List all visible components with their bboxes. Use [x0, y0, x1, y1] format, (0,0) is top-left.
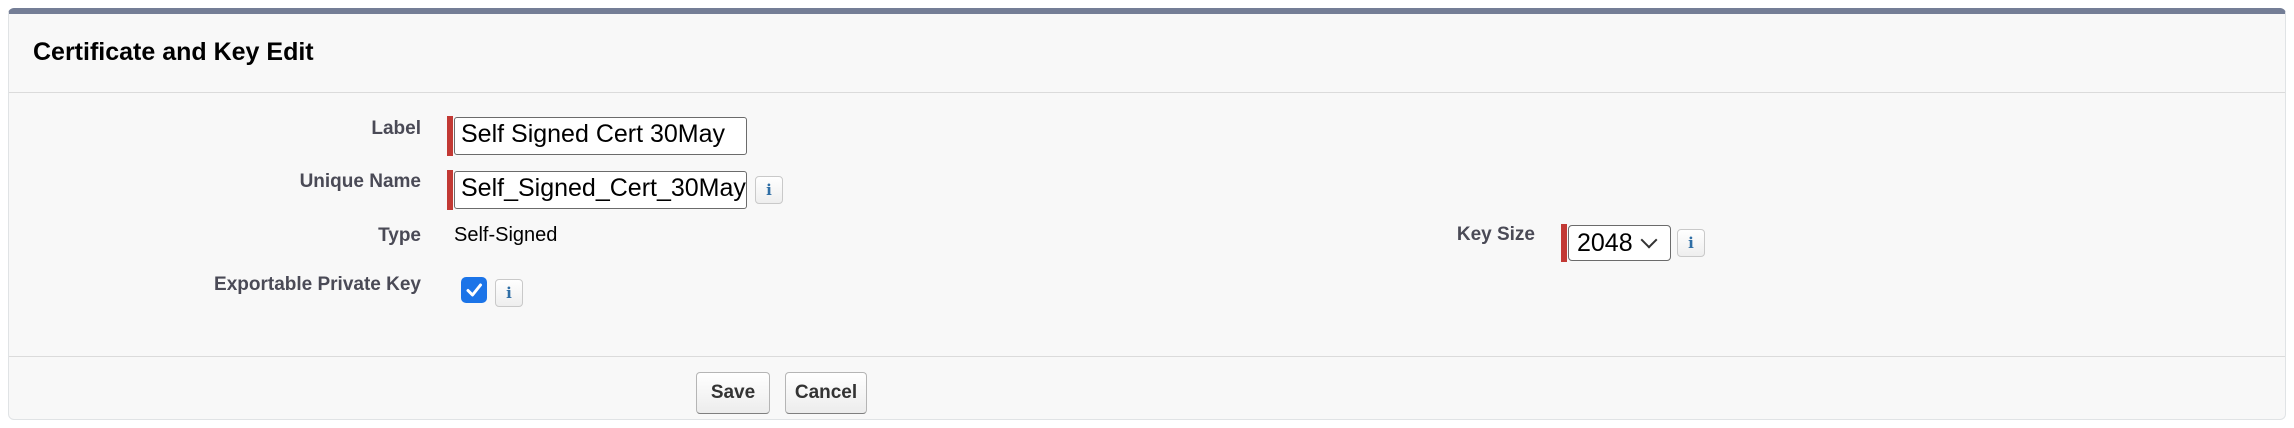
cancel-button[interactable]: Cancel [785, 372, 867, 414]
label-input[interactable]: Self Signed Cert 30May [454, 117, 747, 155]
unique-name-input[interactable]: Self_Signed_Cert_30May [454, 171, 747, 209]
edit-panel: Certificate and Key Edit Label Self Sign… [8, 8, 2286, 420]
key-size-selected: 2048 [1577, 228, 1633, 257]
label-field-label: Label [371, 118, 421, 139]
key-size-select[interactable]: 2048 [1568, 225, 1671, 261]
info-icon[interactable]: i [495, 279, 523, 307]
chevron-down-icon [1640, 231, 1658, 249]
exportable-field-label: Exportable Private Key [214, 274, 421, 295]
info-icon[interactable]: i [755, 176, 783, 204]
panel-header: Certificate and Key Edit [9, 14, 2285, 93]
required-indicator [447, 170, 453, 210]
required-indicator [1561, 224, 1567, 262]
unique-name-field-label: Unique Name [299, 171, 421, 192]
exportable-checkbox[interactable] [461, 277, 487, 303]
key-size-field-label: Key Size [1456, 224, 1535, 245]
button-bar [9, 356, 2285, 357]
type-value: Self-Signed [454, 224, 558, 246]
required-indicator [447, 116, 453, 156]
page-title: Certificate and Key Edit [33, 38, 314, 66]
info-icon[interactable]: i [1677, 229, 1705, 257]
type-field-label: Type [378, 225, 421, 246]
checkmark-icon [466, 283, 482, 297]
save-button[interactable]: Save [696, 372, 770, 414]
